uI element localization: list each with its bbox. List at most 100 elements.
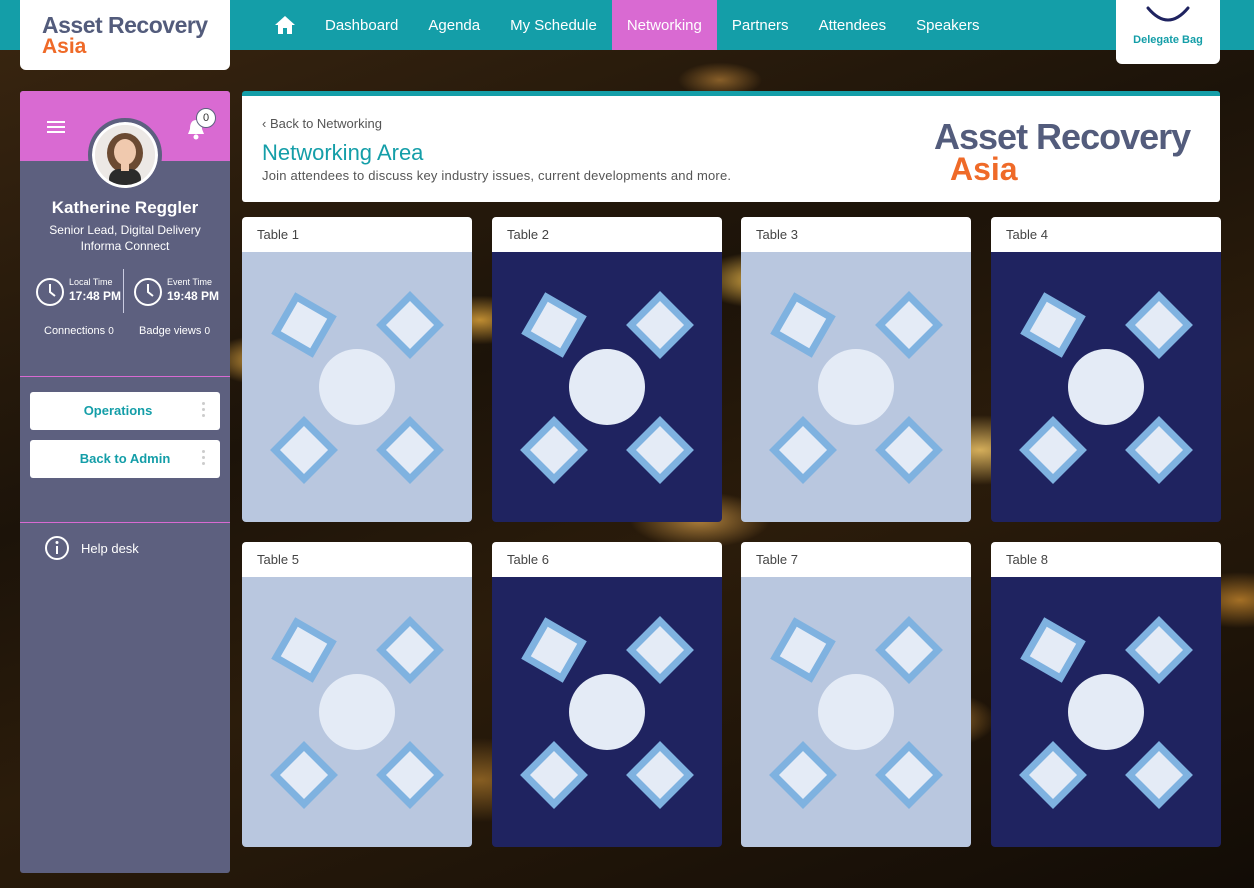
table-label: Table 2 bbox=[492, 217, 722, 252]
chair-icon bbox=[875, 291, 943, 359]
table-seating bbox=[741, 577, 971, 847]
more-options-icon[interactable] bbox=[202, 402, 206, 420]
networking-table-3[interactable]: Table 3 bbox=[741, 217, 971, 522]
table-seating bbox=[991, 252, 1221, 522]
table-label: Table 5 bbox=[242, 542, 472, 577]
chair-icon bbox=[769, 416, 837, 484]
table-seating bbox=[242, 577, 472, 847]
connections-stat[interactable]: Connections 0 bbox=[44, 325, 114, 337]
chair-icon bbox=[1019, 416, 1087, 484]
badge-views-count: 0 bbox=[204, 326, 210, 337]
chair-icon bbox=[1125, 616, 1193, 684]
nav-networking[interactable]: Networking bbox=[611, 0, 717, 50]
help-desk-link[interactable]: Help desk bbox=[45, 535, 139, 561]
table-label: Table 3 bbox=[741, 217, 971, 252]
networking-table-7[interactable]: Table 7 bbox=[741, 542, 971, 847]
table-illustration bbox=[270, 616, 444, 809]
chair-icon bbox=[626, 416, 694, 484]
nav-home[interactable] bbox=[260, 0, 310, 50]
networking-table-5[interactable]: Table 5 bbox=[242, 542, 472, 847]
event-logo-primary: Asset Recovery bbox=[934, 116, 1191, 157]
table-label: Table 1 bbox=[242, 217, 472, 252]
chair-icon bbox=[875, 616, 943, 684]
operations-button[interactable]: Operations bbox=[30, 392, 220, 430]
nav-my-schedule[interactable]: My Schedule bbox=[495, 0, 612, 50]
main-nav: Dashboard Agenda My Schedule Networking … bbox=[260, 0, 995, 50]
chair-icon bbox=[1020, 617, 1086, 683]
networking-table-2[interactable]: Table 2 bbox=[492, 217, 722, 522]
table-seating bbox=[492, 577, 722, 847]
chair-icon bbox=[521, 617, 587, 683]
nav-attendees[interactable]: Attendees bbox=[804, 0, 902, 50]
local-time-value: 17:48 PM bbox=[69, 289, 122, 303]
nav-dashboard[interactable]: Dashboard bbox=[310, 0, 413, 50]
page-title: Networking Area bbox=[262, 140, 424, 165]
table-illustration bbox=[769, 291, 943, 484]
chair-icon bbox=[1125, 741, 1193, 809]
operations-label: Operations bbox=[83, 403, 153, 418]
chair-icon bbox=[376, 416, 444, 484]
clock-icon bbox=[134, 278, 162, 306]
more-options-icon[interactable] bbox=[202, 450, 206, 468]
chair-icon bbox=[270, 416, 338, 484]
info-icon bbox=[45, 536, 69, 560]
avatar[interactable] bbox=[88, 118, 162, 192]
networking-table-1[interactable]: Table 1 bbox=[242, 217, 472, 522]
brand-logo[interactable]: Asset Recovery Asia bbox=[20, 0, 230, 70]
profile-sidebar: 0 Katherine Reggler Senior Lead, Digital… bbox=[20, 91, 230, 873]
round-table-icon bbox=[818, 674, 894, 750]
chair-icon bbox=[626, 291, 694, 359]
round-table-icon bbox=[319, 349, 395, 425]
chair-icon bbox=[376, 291, 444, 359]
delegate-bag-label: Delegate Bag bbox=[1133, 34, 1203, 46]
profile-photo bbox=[95, 125, 155, 185]
back-to-admin-button[interactable]: Back to Admin bbox=[30, 440, 220, 478]
badge-views-label: Badge views bbox=[139, 325, 202, 337]
table-seating bbox=[492, 252, 722, 522]
help-desk-label: Help desk bbox=[81, 540, 139, 556]
chair-icon bbox=[521, 292, 587, 358]
sidebar-divider bbox=[20, 376, 230, 377]
networking-table-4[interactable]: Table 4 bbox=[991, 217, 1221, 522]
chair-icon bbox=[376, 616, 444, 684]
chair-icon bbox=[270, 741, 338, 809]
user-name: Katherine Reggler bbox=[51, 198, 199, 217]
table-illustration bbox=[520, 616, 694, 809]
local-time-block: Local Time 17:48 PM bbox=[35, 277, 125, 307]
nav-partners[interactable]: Partners bbox=[717, 0, 804, 50]
event-time-block: Event Time 19:48 PM bbox=[133, 277, 223, 307]
badge-views-stat[interactable]: Badge views 0 bbox=[139, 325, 210, 337]
delegate-bag-button[interactable]: Delegate Bag bbox=[1116, 0, 1220, 64]
chair-icon bbox=[626, 741, 694, 809]
chair-icon bbox=[626, 616, 694, 684]
table-seating bbox=[991, 577, 1221, 847]
networking-table-8[interactable]: Table 8 bbox=[991, 542, 1221, 847]
user-role: Senior Lead, Digital Delivery bbox=[49, 223, 201, 237]
round-table-icon bbox=[569, 674, 645, 750]
chair-icon bbox=[1020, 292, 1086, 358]
chair-icon bbox=[1125, 291, 1193, 359]
table-illustration bbox=[1019, 616, 1193, 809]
table-illustration bbox=[520, 291, 694, 484]
connections-label: Connections bbox=[44, 325, 106, 337]
table-label: Table 6 bbox=[492, 542, 722, 577]
back-to-networking-link[interactable]: ‹ Back to Networking bbox=[262, 116, 382, 131]
chair-icon bbox=[770, 617, 836, 683]
nav-speakers[interactable]: Speakers bbox=[901, 0, 994, 50]
networking-table-6[interactable]: Table 6 bbox=[492, 542, 722, 847]
chair-icon bbox=[875, 416, 943, 484]
nav-agenda[interactable]: Agenda bbox=[413, 0, 495, 50]
table-seating bbox=[242, 252, 472, 522]
user-organization: Informa Connect bbox=[80, 239, 170, 253]
hamburger-menu-icon[interactable] bbox=[47, 121, 65, 133]
event-logo: Asset Recovery Asia bbox=[934, 116, 1191, 186]
logo-text-secondary: Asia bbox=[42, 35, 87, 58]
chair-icon bbox=[770, 292, 836, 358]
event-time-label: Event Time bbox=[167, 277, 213, 287]
table-illustration bbox=[270, 291, 444, 484]
chair-icon bbox=[520, 741, 588, 809]
home-icon bbox=[275, 16, 295, 34]
chair-icon bbox=[1019, 741, 1087, 809]
chair-icon bbox=[769, 741, 837, 809]
chair-icon bbox=[271, 617, 337, 683]
